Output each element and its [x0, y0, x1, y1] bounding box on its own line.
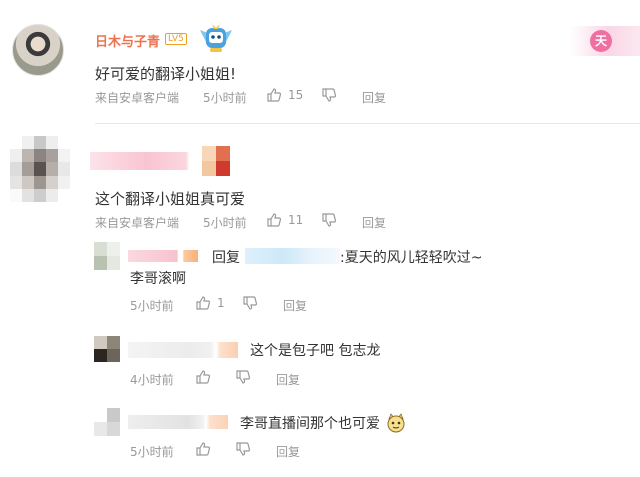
- comment-time: 4小时前: [130, 373, 174, 387]
- dislike-button[interactable]: [321, 212, 337, 228]
- reply-target-text: :夏天的风儿轻轻吹过~: [340, 250, 483, 266]
- avatar[interactable]: [94, 336, 120, 362]
- thumbs-up-icon: [196, 370, 211, 384]
- reply-button[interactable]: 回复: [276, 371, 300, 388]
- comment-text: 这个翻译小姐姐真可爱: [95, 190, 246, 208]
- comment-source: 来自安卓客户端: [95, 91, 180, 105]
- comment-source: 来自安卓客户端: [95, 216, 180, 230]
- thumbs-down-icon: [322, 213, 337, 227]
- comment-time: 5小时前: [203, 91, 247, 105]
- comment-text: 李哥直播间那个也可爱: [240, 416, 380, 432]
- comment-text: 这个是包子吧 包志龙: [250, 343, 381, 359]
- username[interactable]: [128, 415, 228, 429]
- thumbs-up-icon: [267, 88, 282, 102]
- dislike-button[interactable]: [242, 295, 258, 311]
- avatar[interactable]: [94, 242, 120, 270]
- divider: [95, 123, 640, 124]
- like-count: 15: [288, 88, 304, 102]
- comment-text: 好可爱的翻译小姐姐!: [95, 65, 237, 83]
- reply-prefix: 回复: [212, 250, 240, 266]
- vip-mascot-icon: [196, 20, 236, 56]
- like-count: 1: [217, 296, 225, 310]
- reply-button[interactable]: 回复: [276, 443, 300, 460]
- reply-button[interactable]: 回复: [362, 89, 386, 106]
- thumbs-up-icon: [196, 442, 211, 456]
- thumbs-up-icon: [267, 213, 282, 227]
- level-badge: LV5: [165, 33, 187, 45]
- smile-emoji-icon: [386, 413, 406, 433]
- avatar[interactable]: [94, 408, 120, 436]
- thumbs-down-icon: [322, 88, 337, 102]
- comment-time: 5小时前: [130, 445, 174, 459]
- level-badge: [202, 146, 230, 176]
- reply-target-username[interactable]: [245, 248, 340, 264]
- thumbs-down-icon: [236, 442, 251, 456]
- like-count: 11: [288, 213, 304, 227]
- like-button[interactable]: [195, 369, 211, 385]
- comment-time: 5小时前: [203, 216, 247, 230]
- thumbs-down-icon: [236, 370, 251, 384]
- avatar[interactable]: [10, 136, 70, 202]
- dislike-button[interactable]: [235, 369, 251, 385]
- dislike-button[interactable]: [321, 87, 337, 103]
- like-button[interactable]: [195, 441, 211, 457]
- reply-button[interactable]: 回复: [362, 214, 386, 231]
- like-button[interactable]: 15: [266, 87, 303, 103]
- like-button[interactable]: 11: [266, 212, 303, 228]
- reply-button[interactable]: 回复: [283, 297, 307, 314]
- username[interactable]: [128, 250, 198, 262]
- like-button[interactable]: 1: [195, 295, 225, 311]
- decoration-badge: 天: [590, 30, 612, 52]
- thumbs-up-icon: [196, 296, 211, 310]
- comment-time: 5小时前: [130, 299, 174, 313]
- avatar[interactable]: [12, 24, 64, 76]
- comment-text: 李哥滚啊: [130, 271, 186, 287]
- username[interactable]: 日木与子青: [95, 31, 160, 50]
- thumbs-down-icon: [243, 296, 258, 310]
- username[interactable]: [128, 342, 238, 358]
- dislike-button[interactable]: [235, 441, 251, 457]
